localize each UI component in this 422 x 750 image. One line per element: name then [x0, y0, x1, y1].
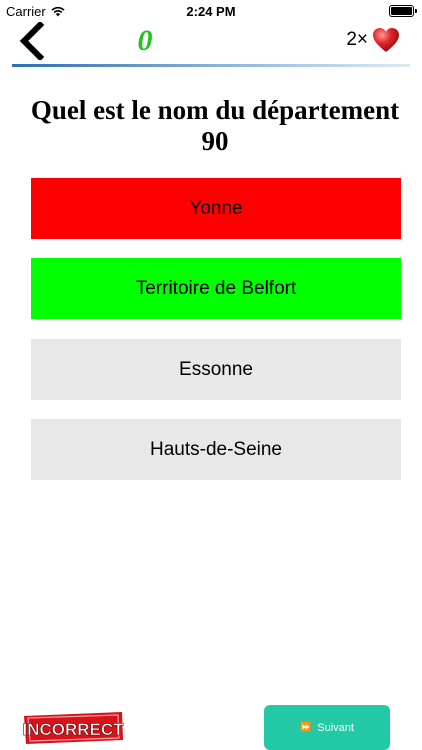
answer-option[interactable]: Territoire de Belfort [31, 258, 401, 319]
question-text: Quel est le nom du département 90 [30, 95, 400, 156]
back-button[interactable] [14, 22, 50, 60]
header: 0 2× [0, 22, 422, 62]
answer-option[interactable]: Essonne [31, 339, 401, 400]
answer-label: Essonne [179, 358, 253, 380]
answer-label: Hauts-de-Seine [149, 438, 283, 460]
status-bar: Carrier 2:24 PM [0, 0, 422, 22]
answer-label: Territoire de Belfort [135, 277, 297, 299]
lives-count: 2× [346, 29, 368, 50]
incorrect-badge-label: INCORRECT [22, 720, 124, 739]
next-button[interactable]: ⏩ Suivant [264, 705, 390, 750]
answer-label: Yonne [189, 197, 243, 219]
heart-icon [373, 28, 399, 52]
score: 0 [137, 24, 153, 57]
battery-icon [389, 5, 417, 17]
fast-forward-icon: ⏩ [300, 722, 312, 732]
incorrect-badge: INCORRECT [22, 712, 124, 744]
next-button-label: Suivant [317, 721, 354, 734]
status-time: 2:24 PM [186, 4, 236, 19]
header-divider [12, 64, 410, 67]
answer-option[interactable]: Hauts-de-Seine [31, 419, 401, 480]
answer-option[interactable]: Yonne [31, 178, 401, 239]
lives-indicator: 2× [346, 27, 400, 53]
